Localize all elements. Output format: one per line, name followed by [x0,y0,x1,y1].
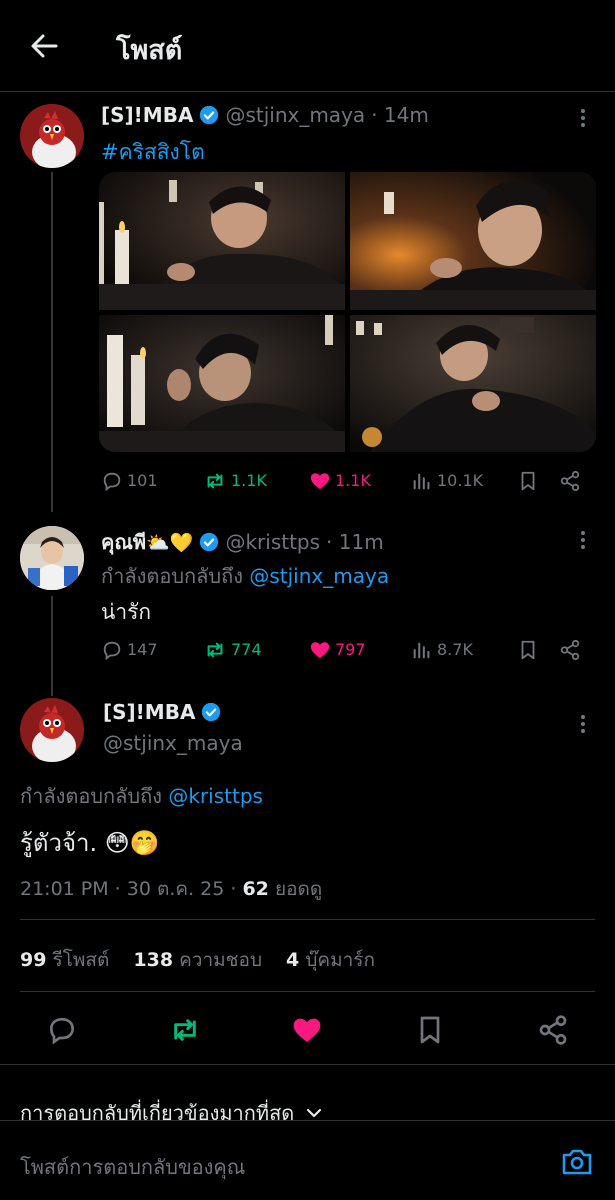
view-count: 62 [242,878,269,900]
divider [0,1064,615,1065]
verified-badge-icon [202,702,221,722]
page-title: โพสต์ [116,35,183,66]
reply-button[interactable]: 147 [101,637,158,663]
reply-icon[interactable] [46,1014,78,1046]
repost-icon [207,473,223,489]
reply-input[interactable]: โพสต์การตอบกลับของคุณ [20,1151,520,1183]
reply-count: 147 [127,640,158,659]
bookmarks-stat[interactable]: 4 บุ๊คมาร์ก [286,945,375,975]
repost-count: 774 [231,640,262,659]
bookmarks-label: บุ๊คมาร์ก [305,949,376,971]
like-count: 1.1K [335,471,371,490]
post-header: คุณพี ⛅💛 @kristtps · 11m [101,526,384,558]
heart-filled-icon [310,642,330,659]
name-emoji: ⛅💛 [146,531,194,554]
share-icon[interactable] [537,1014,569,1046]
display-name[interactable]: คุณพี [101,526,146,558]
display-name[interactable]: [S]!MBA [103,700,195,724]
photo-2[interactable] [350,172,596,310]
heart-filled-icon [310,473,330,490]
analytics-icon [413,473,430,490]
user-photo-avatar [20,526,84,590]
avatar[interactable] [20,104,84,168]
post-text: น่ารัก [101,600,152,624]
reply-icon [103,472,121,492]
like-count: 797 [335,640,366,659]
replying-to: กำลังตอบกลับถึง @kristtps [20,780,263,812]
reposts-stat[interactable]: 99 รีโพสต์ [20,945,109,975]
back-button[interactable] [24,26,64,66]
like-button[interactable]: 1.1K [309,468,371,494]
bookmark-icon[interactable] [517,470,539,492]
post-time: · 11m [326,530,384,554]
reply-composer-bar: โพสต์การตอบกลับของคุณ [0,1120,615,1200]
user-handle[interactable]: @kristtps [225,530,320,554]
engagement-stats: 99 รีโพสต์ 138 ความชอบ 4 บุ๊คมาร์ก [20,945,375,975]
bookmark-icon[interactable] [517,639,539,661]
post-actions: 147 774 797 8.7K [101,637,595,663]
post-datetime: 21:01 PM · 30 ต.ค. 25 · [20,878,237,900]
thread-connector [51,172,53,512]
views-button[interactable]: 10.1K [411,468,483,494]
photo-1[interactable] [99,172,345,310]
avatar[interactable] [20,698,84,762]
reply-icon [103,641,121,661]
more-options-icon[interactable] [573,106,593,130]
view-count: 10.1K [437,471,484,490]
post-meta: 21:01 PM · 30 ต.ค. 25 · 62 ยอดดู [20,874,322,904]
rooster-avatar-icon [20,698,84,762]
repost-icon[interactable] [168,1014,202,1046]
views-label: ยอดดู [274,878,323,900]
reposts-count: 99 [20,949,47,971]
divider [20,919,595,920]
photo-4[interactable] [350,315,596,452]
verified-badge-icon [200,105,219,125]
like-button[interactable]: 797 [309,637,366,663]
rooster-avatar-icon [20,104,84,168]
camera-icon[interactable] [561,1147,593,1177]
repost-button[interactable]: 774 [203,637,262,663]
share-icon[interactable] [559,639,581,661]
avatar[interactable] [20,526,84,590]
arrow-left-icon [31,34,58,58]
mention-link[interactable]: @stjinx_maya [249,564,389,588]
user-handle[interactable]: @stjinx_maya [103,731,243,755]
reply-count: 101 [127,471,158,490]
photo-3[interactable] [99,315,345,452]
likes-stat[interactable]: 138 ความชอบ [133,945,262,975]
share-icon[interactable] [559,470,581,492]
views-button[interactable]: 8.7K [411,637,473,663]
media-grid [99,172,596,452]
thread-connector [51,596,53,696]
top-app-bar: โพสต์ [0,0,615,92]
more-options-icon[interactable] [573,712,593,736]
replying-prefix: กำลังตอบกลับถึง [101,564,243,588]
bookmark-icon[interactable] [414,1014,446,1046]
divider [20,991,595,992]
reposts-label: รีโพสต์ [52,949,110,971]
display-name[interactable]: [S]!MBA [101,103,193,127]
post-time: · 14m [371,103,429,127]
replying-to: กำลังตอบกลับถึง @stjinx_maya [101,560,389,592]
analytics-icon [413,642,430,659]
post-header: [S]!MBA [103,700,227,724]
likes-label: ความชอบ [179,949,263,971]
repost-button[interactable]: 1.1K [203,468,267,494]
view-count: 8.7K [437,640,473,659]
bookmarks-count: 4 [286,949,300,971]
reply-button[interactable]: 101 [101,468,158,494]
post-actions: 101 1.1K 1.1K 10.1K [101,468,595,494]
repost-count: 1.1K [231,471,267,490]
hashtag-link[interactable]: #คริสสิงโต [101,136,205,169]
mention-link[interactable]: @kristtps [168,784,263,808]
user-handle[interactable]: @stjinx_maya [225,103,365,127]
heart-filled-icon[interactable] [291,1014,323,1046]
post-text: รู้ตัวจ้า. 😳🤭 [20,829,160,857]
repost-icon [207,642,223,658]
likes-count: 138 [133,949,174,971]
more-options-icon[interactable] [573,528,593,552]
verified-badge-icon [200,532,219,552]
post-header: [S]!MBA @stjinx_maya · 14m [101,103,429,127]
replying-prefix: กำลังตอบกลับถึง [20,784,162,808]
